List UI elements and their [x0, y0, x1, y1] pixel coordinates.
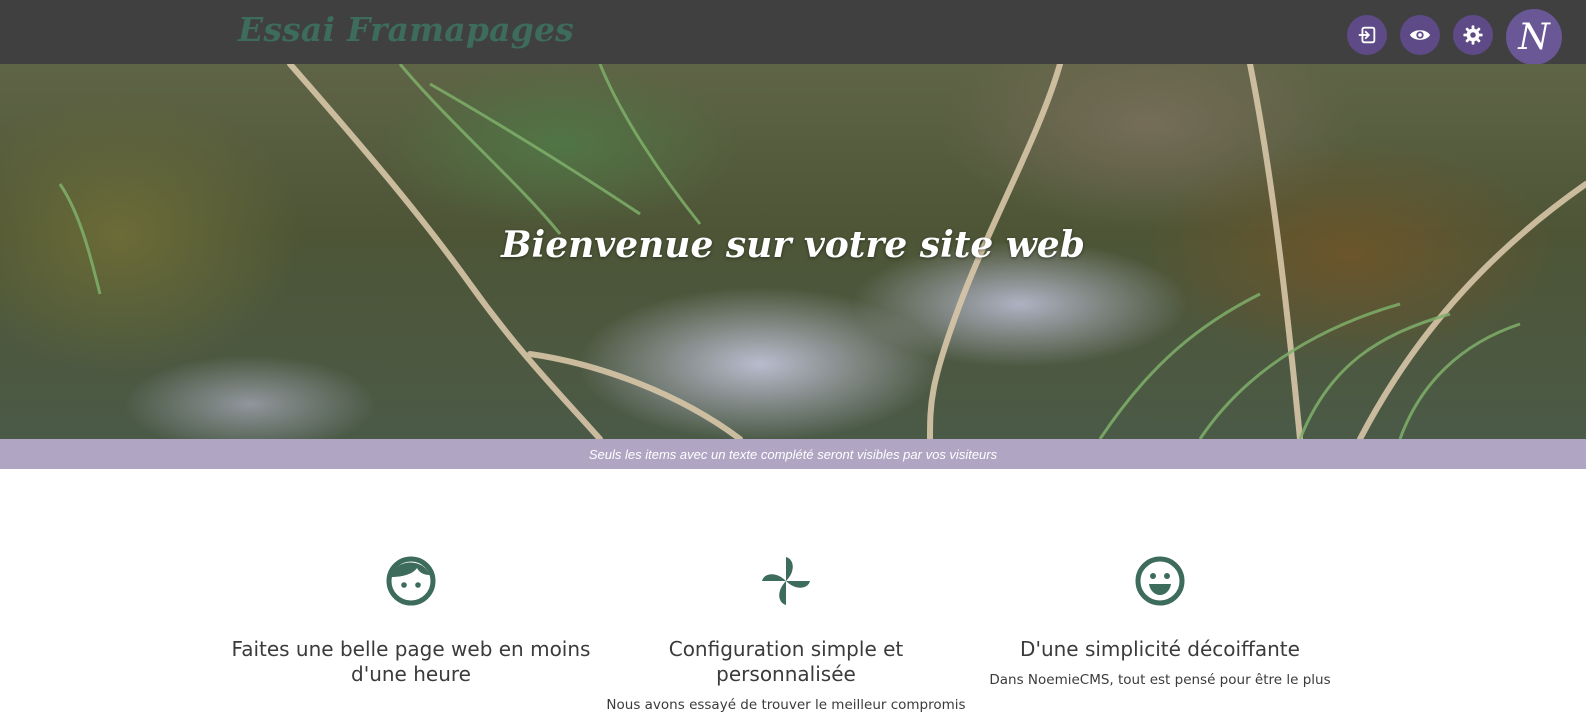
child-face-icon: [386, 556, 436, 606]
feature-2-text: Nous avons essayé de trouver le meilleur…: [606, 697, 966, 713]
hero-title[interactable]: Bienvenue sur votre site web: [0, 224, 1586, 266]
eye-icon: [1409, 30, 1431, 40]
feature-3[interactable]: D'une simplicité décoiffante Dans Noemie…: [980, 555, 1340, 688]
feature-3-title: D'une simplicité décoiffante: [1020, 637, 1300, 661]
logo-letter: N: [1518, 16, 1550, 58]
preview-button[interactable]: [1400, 15, 1440, 55]
cms-logo-button[interactable]: N: [1506, 9, 1562, 65]
feature-2-title: Configuration simple et personnalisée: [668, 637, 904, 686]
login-icon: [1358, 26, 1376, 44]
pinwheel-icon: [762, 557, 810, 605]
notice-text: Seuls les items avec un texte complété s…: [588, 446, 998, 462]
settings-button[interactable]: [1453, 15, 1493, 55]
feature-3-text: Dans NoemieCMS, tout est pensé pour être…: [989, 672, 1331, 688]
login-button[interactable]: [1347, 15, 1387, 55]
feature-1[interactable]: Faites une belle page web en moins d'une…: [231, 555, 591, 697]
feature-1-title: Faites une belle page web en moins d'une…: [231, 637, 591, 686]
site-title[interactable]: Essai Framapages: [238, 10, 574, 49]
notice-bar: Seuls les items avec un texte complété s…: [0, 439, 1586, 469]
smiley-icon: [1135, 556, 1185, 606]
hero-banner[interactable]: Bienvenue sur votre site web: [0, 64, 1586, 439]
top-bar: Essai Framapages N: [0, 0, 1586, 65]
feature-2[interactable]: Configuration simple et personnalisée No…: [606, 555, 966, 713]
gear-icon: [1463, 25, 1483, 45]
